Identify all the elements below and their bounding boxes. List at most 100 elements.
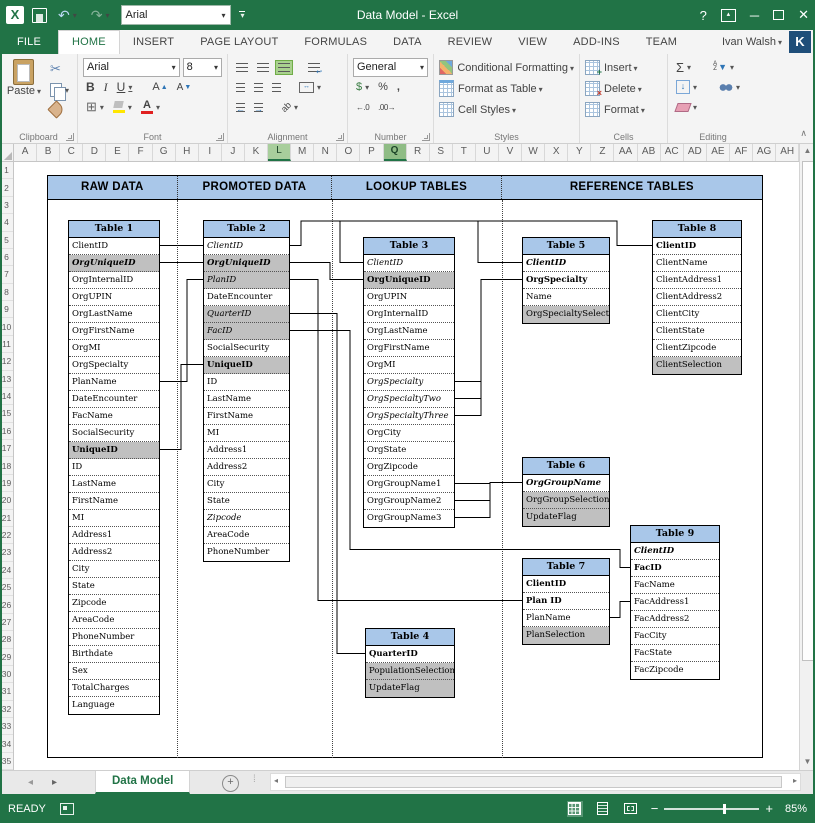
help-button[interactable]: ? — [700, 8, 707, 23]
scroll-right-arrow[interactable]: ▸ — [793, 776, 797, 785]
table-shape-table-7[interactable]: Table 7ClientIDPlan IDPlanNamePlanSelect… — [522, 558, 610, 645]
column-header-Z[interactable]: Z — [591, 143, 614, 161]
top-align-button[interactable] — [233, 62, 251, 73]
table-shape-table-6[interactable]: Table 6OrgGroupNameOrgGroupSelectionUpda… — [522, 457, 610, 527]
find-select-button[interactable] — [716, 82, 743, 93]
column-header-D[interactable]: D — [83, 143, 106, 161]
horizontal-scroll-thumb[interactable] — [285, 776, 782, 788]
bottom-align-button[interactable] — [275, 60, 293, 75]
paste-button[interactable]: Paste — [5, 57, 43, 117]
font-dialog-launcher[interactable] — [216, 133, 224, 141]
ribbon-display-options-button[interactable]: ▴ — [721, 9, 736, 22]
zoom-level[interactable]: 85% — [785, 803, 807, 815]
scroll-left-arrow[interactable]: ◂ — [274, 776, 278, 785]
fill-button[interactable]: ↓ — [673, 79, 700, 95]
tab-formulas[interactable]: FORMULAS — [291, 30, 380, 54]
page-break-view-button[interactable] — [623, 801, 639, 817]
bold-button[interactable]: B — [83, 79, 98, 95]
column-header-AA[interactable]: AA — [614, 143, 637, 161]
table-shape-table-4[interactable]: Table 4QuarterIDPopulationSelectionUpdat… — [365, 628, 455, 698]
decrease-indent-button[interactable] — [233, 102, 248, 113]
copy-button[interactable] — [47, 82, 72, 98]
table-shape-table-5[interactable]: Table 5ClientIDOrgSpecialtyNameOrgSpecia… — [522, 237, 610, 324]
column-header-AF[interactable]: AF — [730, 143, 753, 161]
tab-home[interactable]: HOME — [58, 30, 120, 54]
autosum-button[interactable]: Σ — [673, 59, 694, 76]
comma-style-button[interactable]: , — [394, 80, 403, 94]
italic-button[interactable]: I — [101, 79, 111, 96]
tab-add-ins[interactable]: ADD-INS — [560, 30, 633, 54]
table-shape-table-9[interactable]: Table 9ClientIDFacIDFacNameFacAddress1Fa… — [630, 525, 720, 680]
accounting-format-button[interactable]: $ — [353, 80, 372, 94]
sheet-nav-previous[interactable]: ◂ — [28, 771, 33, 794]
format-cells-button[interactable]: Format — [585, 99, 662, 120]
tab-data[interactable]: DATA — [380, 30, 435, 54]
column-header-E[interactable]: E — [106, 143, 129, 161]
font-name-dropdown[interactable]: Arial — [83, 58, 180, 77]
normal-view-button[interactable] — [567, 801, 583, 817]
tab-team[interactable]: TEAM — [633, 30, 690, 54]
column-header-Y[interactable]: Y — [568, 143, 591, 161]
column-header-W[interactable]: W — [522, 143, 545, 161]
insert-cells-button[interactable]: Insert — [585, 57, 662, 78]
font-color-button[interactable]: A — [138, 100, 163, 115]
column-header-J[interactable]: J — [222, 143, 245, 161]
column-header-P[interactable]: P — [360, 143, 383, 161]
avatar[interactable]: K — [789, 31, 811, 53]
signed-in-user[interactable]: Ivan Walsh — [722, 36, 782, 48]
column-header-B[interactable]: B — [37, 143, 60, 161]
column-header-M[interactable]: M — [291, 143, 314, 161]
column-header-V[interactable]: V — [499, 143, 522, 161]
minimize-button[interactable]: ─ — [750, 8, 759, 23]
table-shape-table-8[interactable]: Table 8ClientIDClientNameClientAddress1C… — [652, 220, 742, 375]
horizontal-scrollbar[interactable]: ◂ ▸ — [270, 773, 801, 791]
grow-font-button[interactable]: A▲ — [149, 80, 170, 94]
sheet-nav-next[interactable]: ▸ — [52, 771, 57, 794]
clipboard-dialog-launcher[interactable] — [66, 133, 74, 141]
qat-font-dropdown[interactable]: Arial — [121, 5, 231, 25]
sheet-tab-data-model[interactable]: Data Model — [95, 771, 190, 794]
section-band[interactable]: RAW DATAPROMOTED DATALOOKUP TABLESREFERE… — [47, 175, 763, 200]
column-header-N[interactable]: N — [314, 143, 337, 161]
close-button[interactable]: ✕ — [798, 7, 809, 23]
column-header-AD[interactable]: AD — [684, 143, 707, 161]
number-format-dropdown[interactable]: General — [353, 58, 428, 77]
column-header-H[interactable]: H — [176, 143, 199, 161]
page-layout-view-button[interactable] — [595, 801, 611, 817]
column-header-AH[interactable]: AH — [776, 143, 799, 161]
maximize-button[interactable] — [773, 10, 784, 20]
column-header-AE[interactable]: AE — [707, 143, 730, 161]
table-shape-table-1[interactable]: Table 1ClientIDOrgUniqueIDOrgInternalIDO… — [68, 220, 160, 715]
increase-decimal-button[interactable]: ←.0 — [353, 102, 372, 113]
underline-button[interactable]: U — [114, 79, 136, 95]
align-right-button[interactable] — [269, 82, 284, 93]
merge-center-button[interactable]: ↔ — [296, 81, 324, 94]
macro-record-icon[interactable] — [60, 803, 74, 815]
save-button[interactable] — [32, 8, 47, 23]
percent-style-button[interactable]: % — [375, 80, 391, 94]
cut-button[interactable] — [47, 60, 72, 78]
column-header-G[interactable]: G — [153, 143, 176, 161]
tab-page-layout[interactable]: PAGE LAYOUT — [187, 30, 291, 54]
column-header-L[interactable]: L — [268, 143, 291, 161]
zoom-slider-thumb[interactable] — [723, 804, 726, 814]
delete-cells-button[interactable]: Delete — [585, 78, 662, 99]
select-all-corner[interactable] — [0, 143, 14, 162]
clear-button[interactable] — [673, 102, 700, 113]
alignment-dialog-launcher[interactable] — [336, 133, 344, 141]
wrap-text-button[interactable] — [305, 62, 323, 73]
cell-styles-button[interactable]: Cell Styles — [439, 99, 574, 120]
shrink-font-button[interactable]: A▼ — [174, 81, 195, 94]
middle-align-button[interactable] — [254, 62, 272, 73]
zoom-out-button[interactable]: − — [651, 802, 659, 815]
tab-view[interactable]: VIEW — [505, 30, 560, 54]
undo-button[interactable] — [55, 6, 80, 25]
zoom-slider[interactable] — [664, 808, 759, 810]
column-header-AG[interactable]: AG — [753, 143, 776, 161]
orientation-button[interactable]: ab — [278, 101, 301, 113]
column-header-O[interactable]: O — [337, 143, 360, 161]
vertical-scroll-thumb[interactable] — [802, 161, 814, 661]
borders-button[interactable] — [83, 98, 107, 116]
column-header-AC[interactable]: AC — [661, 143, 684, 161]
tab-file[interactable]: FILE — [0, 30, 58, 54]
